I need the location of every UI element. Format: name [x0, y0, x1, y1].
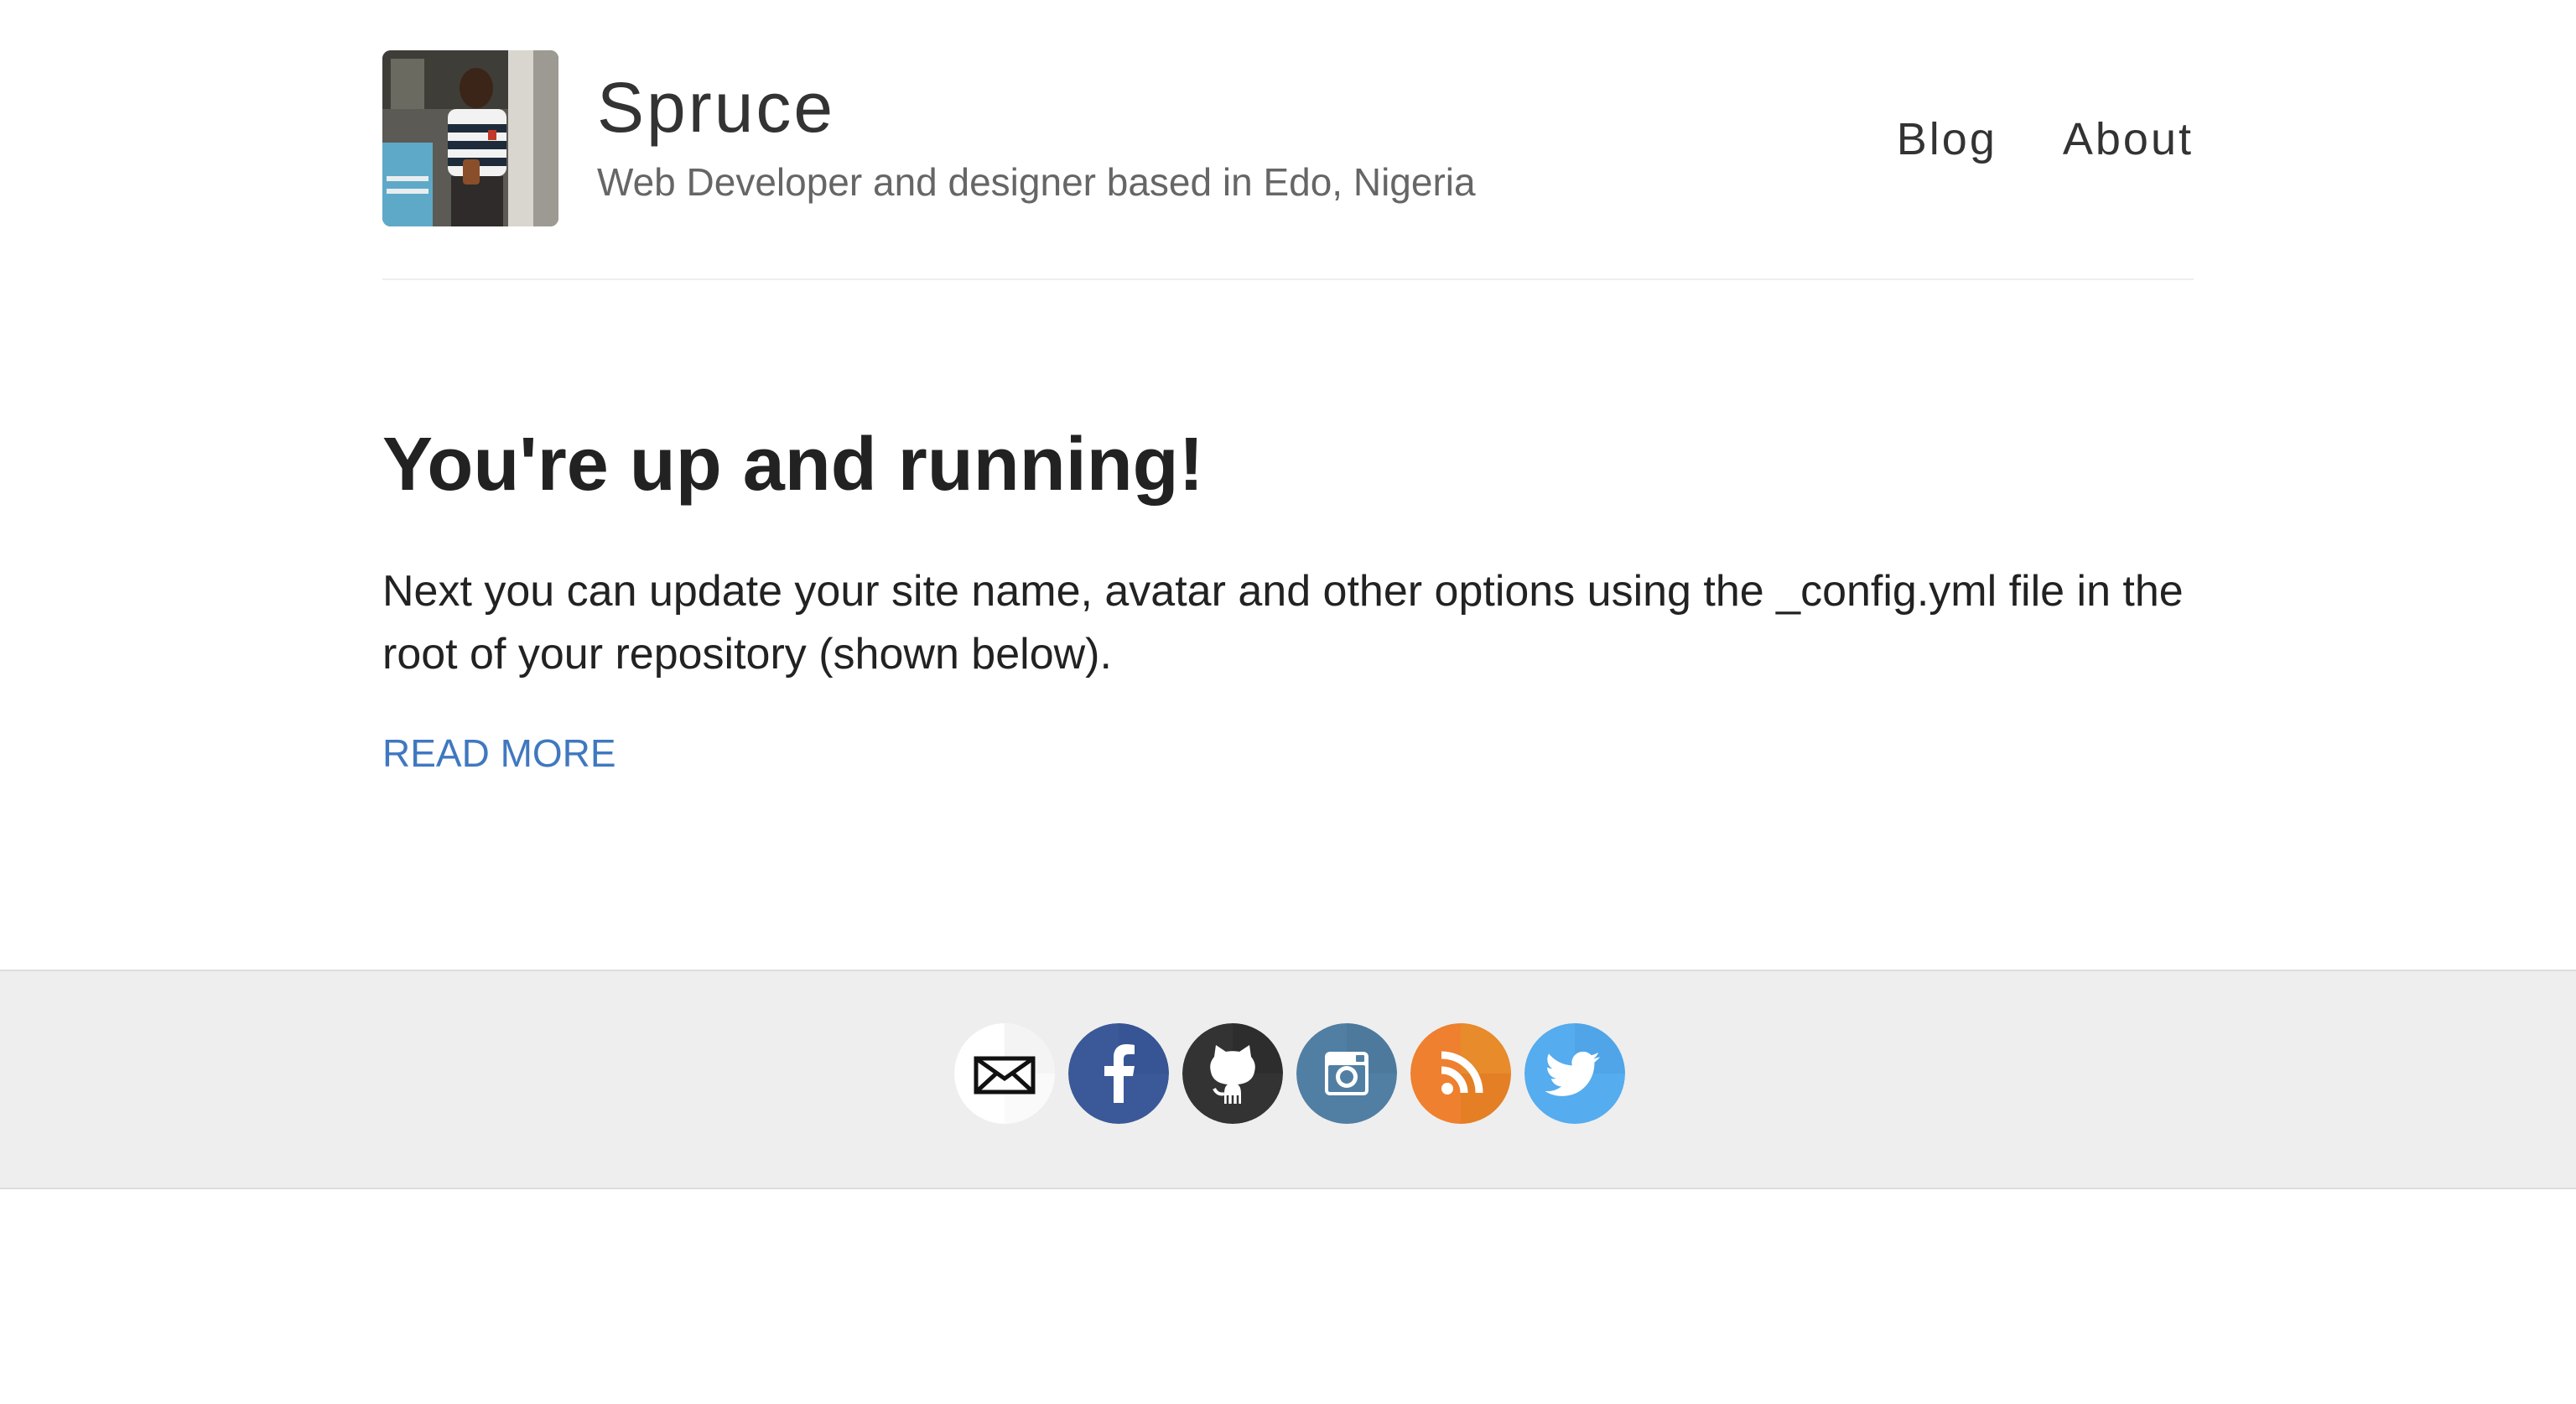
email-icon[interactable] [954, 1023, 1055, 1124]
post-title[interactable]: You're up and running! [382, 419, 2194, 510]
post: You're up and running! Next you can upda… [382, 419, 2194, 777]
footer [0, 970, 2576, 1189]
twitter-icon[interactable] [1524, 1023, 1625, 1124]
site-title[interactable]: Spruce [597, 65, 835, 150]
masthead: Spruce Web Developer and designer based … [382, 50, 2194, 280]
nav-item-about[interactable]: About [2063, 112, 2194, 167]
instagram-icon[interactable] [1296, 1023, 1397, 1124]
nav-item-blog[interactable]: Blog [1897, 112, 1997, 167]
avatar[interactable] [382, 50, 558, 226]
github-icon[interactable] [1182, 1023, 1283, 1124]
facebook-icon[interactable] [1068, 1023, 1169, 1124]
rss-icon[interactable] [1410, 1023, 1511, 1124]
post-excerpt: Next you can update your site name, avat… [382, 567, 2184, 679]
social-links [954, 1023, 1625, 1124]
page: Spruce Web Developer and designer based … [0, 0, 2576, 1404]
main-nav: Blog About [1897, 112, 2194, 167]
site-description: Web Developer and designer based in Edo,… [597, 160, 1476, 204]
avatar-photo [382, 50, 558, 226]
read-more-link[interactable]: READ MORE [382, 731, 616, 777]
